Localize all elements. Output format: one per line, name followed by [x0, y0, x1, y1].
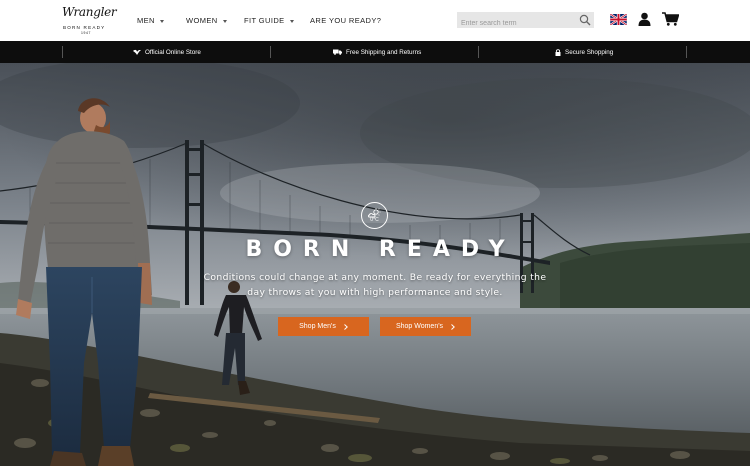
cart-icon[interactable]: [662, 12, 679, 26]
nav-men[interactable]: MEN: [137, 16, 164, 25]
uk-flag-icon[interactable]: [610, 14, 627, 25]
chevron-down-icon: [289, 19, 294, 23]
shop-mens-button[interactable]: Shop Men's: [278, 317, 369, 336]
nav-are-you-ready-label: ARE YOU READY?: [310, 16, 382, 25]
logo-tagline: BORN READY: [63, 25, 106, 30]
info-official-store-label: Official Online Store: [145, 48, 201, 56]
hero-image: [0, 63, 750, 466]
chevron-right-icon: [451, 323, 455, 330]
hero-subtitle: Conditions could change at any moment. B…: [203, 272, 547, 298]
user-icon[interactable]: [638, 12, 651, 26]
search-icon[interactable]: [579, 14, 591, 26]
info-divider: [478, 46, 479, 58]
lock-icon: [555, 48, 561, 56]
info-divider: [62, 46, 63, 58]
shop-womens-label: Shop Women's: [395, 323, 444, 330]
info-secure-shopping: Secure Shopping: [555, 41, 613, 63]
hero-banner: 0°C BORN READY Conditions could change a…: [0, 63, 750, 466]
info-free-shipping-label: Free Shipping and Returns: [346, 48, 422, 56]
weather-badge: 0°C: [361, 202, 388, 229]
nav-women[interactable]: WOMEN: [186, 16, 227, 25]
nav-are-you-ready[interactable]: ARE YOU READY?: [310, 16, 381, 25]
site-header: Wrangler BORN READY 1947 MEN WOMEN FIT G…: [0, 0, 750, 41]
info-secure-shopping-label: Secure Shopping: [565, 48, 614, 56]
info-divider: [270, 46, 271, 58]
info-official-store: Official Online Store: [133, 41, 201, 63]
nav-men-label: MEN: [137, 16, 155, 25]
info-bar: Official Online Store Free Shipping and …: [0, 41, 750, 63]
info-divider: [686, 46, 687, 58]
info-free-shipping: Free Shipping and Returns: [333, 41, 421, 63]
chevron-down-icon: [159, 19, 164, 23]
search-input[interactable]: [457, 15, 572, 32]
truck-icon: [333, 49, 342, 55]
nav-fit-guide-label: FIT GUIDE: [244, 16, 285, 25]
chevron-down-icon: [222, 19, 227, 23]
chevron-right-icon: [344, 323, 348, 330]
search-box: [457, 12, 594, 32]
hero-title: BORN READY: [245, 237, 516, 262]
shop-mens-label: Shop Men's: [299, 323, 336, 330]
weather-temp: 0°C: [370, 217, 379, 223]
shop-womens-button[interactable]: Shop Women's: [380, 317, 471, 336]
wrangler-logo[interactable]: Wrangler BORN READY 1947: [62, 5, 117, 37]
logo-script: Wrangler: [62, 5, 117, 19]
bird-icon: [133, 49, 141, 55]
nav-fit-guide[interactable]: FIT GUIDE: [244, 16, 294, 25]
logo-year: 1947: [81, 31, 91, 35]
nav-women-label: WOMEN: [186, 16, 218, 25]
